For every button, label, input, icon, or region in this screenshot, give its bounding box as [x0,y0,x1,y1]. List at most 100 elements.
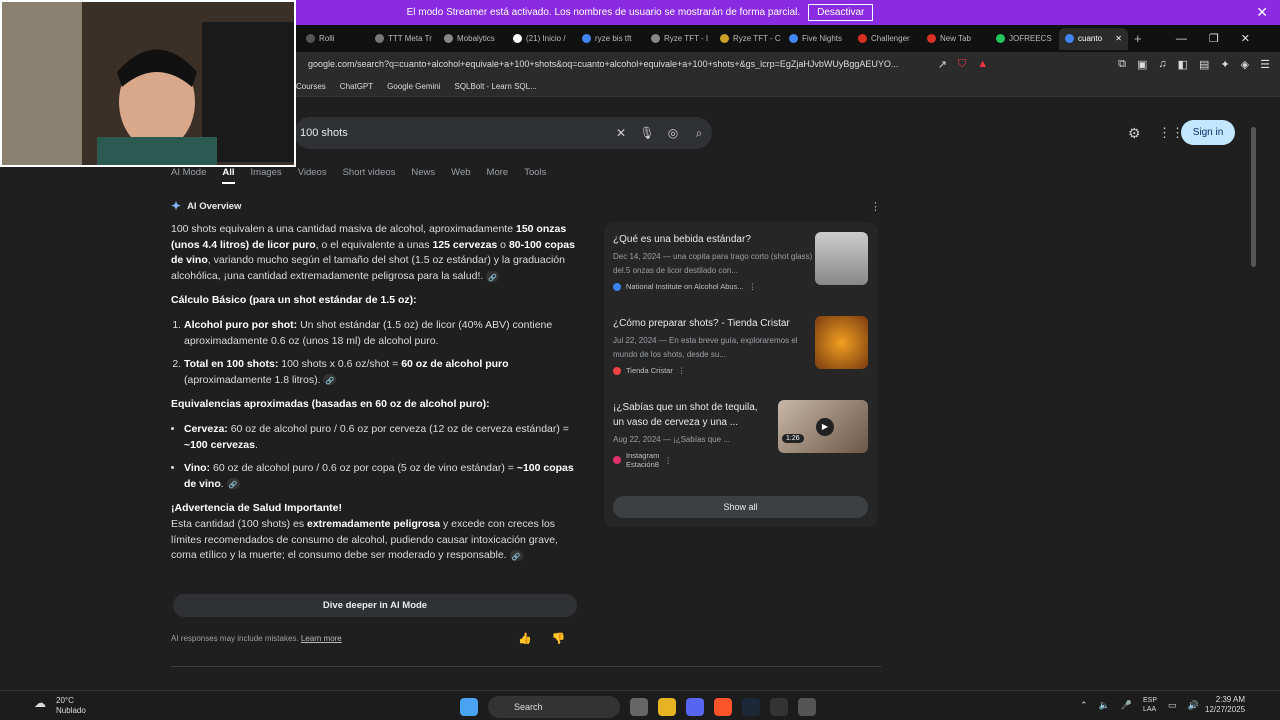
minimize-icon[interactable]: — [1176,33,1187,45]
play-icon[interactable]: ▶ [816,418,834,436]
browser-tab[interactable]: Five Nights [783,28,852,50]
calculator-icon[interactable] [798,698,816,716]
sources-panel: ¿Qué es una bebida estándar? Dec 14, 202… [604,222,878,527]
tab-news[interactable]: News [411,167,435,184]
video-thumbnail[interactable]: ▶ 1:26 [778,400,868,453]
browser-tab[interactable]: Ryze TFT - C [714,28,783,50]
new-tab-icon[interactable]: + [1134,31,1142,46]
browser-tab[interactable]: cuanto ✕ [1059,27,1128,50]
thumbs-up-icon[interactable]: 👍 [518,632,532,645]
tab-all[interactable]: All [222,167,235,184]
puzzle-icon[interactable]: ✦ [1220,58,1229,71]
browser-tab[interactable]: JOFREECS [990,28,1059,50]
mic-icon[interactable]: 🎙 [634,126,660,140]
bookmark-item[interactable]: Google Gemini [387,82,440,91]
webcam-image [2,2,294,165]
feedback: 👍 👎 [518,632,565,645]
browser-tab[interactable]: TTT Meta Tr [369,28,438,50]
site-icon [613,456,621,464]
steam-icon[interactable] [742,698,760,716]
source-card[interactable]: ¿Cómo preparar shots? - Tienda Cristar J… [613,316,813,375]
source-card[interactable]: ¡¿Sabías que un shot de tequila, un vaso… [613,400,768,469]
extension-icon[interactable]: ⧉ [1118,58,1126,71]
sparkle-icon: ✦ [171,199,182,213]
sidebar-icon[interactable]: ◧ [1178,58,1188,71]
tab-ai-mode[interactable]: AI Mode [171,167,206,184]
browser-tab[interactable]: Rolli [300,28,369,50]
taskbar-search[interactable]: Search [488,696,620,718]
search-input[interactable]: 100 shots [300,127,608,139]
reader-icon[interactable]: ▣ [1137,58,1147,71]
close-icon[interactable]: ✕ [1256,4,1268,21]
share-icon[interactable]: ↗ [938,58,947,71]
weather-widget[interactable]: ☁ 20°C Nublado [34,696,86,716]
chevron-up-icon[interactable]: ⌃ [1080,700,1088,711]
more-options-icon[interactable]: ⋮ [870,200,881,213]
browser-tab[interactable]: Challenger [852,28,921,50]
tab-tools[interactable]: Tools [524,167,546,184]
speaker-icon[interactable]: 🔈 [1099,700,1110,711]
browser-tab[interactable]: New Tab [921,28,990,50]
windows-start-icon[interactable] [460,698,478,716]
thumbnail-image[interactable] [815,316,868,369]
browser-tab[interactable]: ryze bis tft [576,28,645,50]
network-icon[interactable]: ▭ [1168,700,1177,711]
close-window-icon[interactable]: ✕ [1241,32,1250,45]
tab-images[interactable]: Images [251,167,282,184]
vpn-icon[interactable]: ◈ [1241,58,1249,71]
volume-icon[interactable]: 🔊 [1188,700,1199,711]
bookmark-item[interactable]: ChatGPT [340,82,373,91]
link-icon[interactable]: 🔗 [486,270,500,282]
gear-icon[interactable]: ⚙ [1128,125,1141,142]
mic-icon[interactable]: 🎤 [1121,700,1132,711]
task-view-icon[interactable] [630,698,648,716]
extension-icons: ⧉ ▣ ♫ ◧ ▤ ✦ ◈ ☰ [1118,58,1280,71]
intro-paragraph: 100 shots equivalen a una cantidad masiv… [171,223,575,282]
favicon-icon [513,34,522,43]
menu-icon[interactable]: ☰ [1260,58,1270,71]
alert-icon[interactable]: ▲ [977,58,988,71]
search-icon[interactable]: ⌕ [686,126,712,141]
browser-tab[interactable]: Ryze TFT - I [645,28,714,50]
brave-icon[interactable] [714,698,732,716]
bookmark-item[interactable]: Courses [296,82,326,91]
lens-icon[interactable]: ◎ [660,126,686,140]
maximize-icon[interactable]: ❐ [1209,32,1219,45]
search-page: 100 shots ✕ 🎙 ◎ ⌕ ⚙ ⋮⋮ Sign in AI Mode Al… [24,97,1248,690]
thumbs-down-icon[interactable]: 👎 [552,632,566,645]
tab-short-videos[interactable]: Short videos [343,167,396,184]
taskbar: ☁ 20°C Nublado Search ⌃ 🔈 🎤 ESP LAA ▭ 🔊 2:… [0,690,1280,720]
close-tab-icon[interactable]: ✕ [1115,34,1122,43]
clear-icon[interactable]: ✕ [608,126,634,140]
browser-tab[interactable]: (21) Inicio / [507,28,576,50]
show-all-button[interactable]: Show all [613,496,868,518]
terminal-icon[interactable] [770,698,788,716]
link-icon[interactable]: 🔗 [226,478,240,490]
search-box[interactable]: 100 shots ✕ 🎙 ◎ ⌕ [294,117,712,149]
url-text[interactable]: google.com/search?q=cuanto+alcohol+equiv… [308,59,938,69]
learn-more-link[interactable]: Learn more [301,634,342,643]
language-indicator[interactable]: ESP LAA [1143,696,1157,714]
tab-more[interactable]: More [487,167,509,184]
shield-icon[interactable]: ⛉ [958,58,966,71]
divider [171,666,881,667]
tab-web[interactable]: Web [451,167,470,184]
scrollbar[interactable] [1250,97,1258,690]
wallet-icon[interactable]: ▤ [1199,58,1209,71]
bookmark-item[interactable]: SQLBolt - Learn SQL... [455,82,537,91]
source-card[interactable]: ¿Qué es una bebida estándar? Dec 14, 202… [613,232,813,291]
sign-in-button[interactable]: Sign in [1181,120,1235,145]
discord-icon[interactable] [686,698,704,716]
thumbnail-image[interactable] [815,232,868,285]
music-icon[interactable]: ♫ [1158,58,1166,71]
deactivate-button[interactable]: Desactivar [808,4,874,21]
duration-badge: 1:26 [782,434,804,443]
file-explorer-icon[interactable] [658,698,676,716]
clock[interactable]: 2:39 AM 12/27/2025 [1205,695,1245,715]
link-icon[interactable]: 🔗 [323,374,337,386]
browser-tab[interactable]: Mobalytics [438,28,507,50]
dive-deeper-button[interactable]: Dive deeper in AI Mode [173,594,577,617]
scroll-thumb[interactable] [1251,127,1256,267]
link-icon[interactable]: 🔗 [509,549,523,561]
tab-videos[interactable]: Videos [298,167,327,184]
